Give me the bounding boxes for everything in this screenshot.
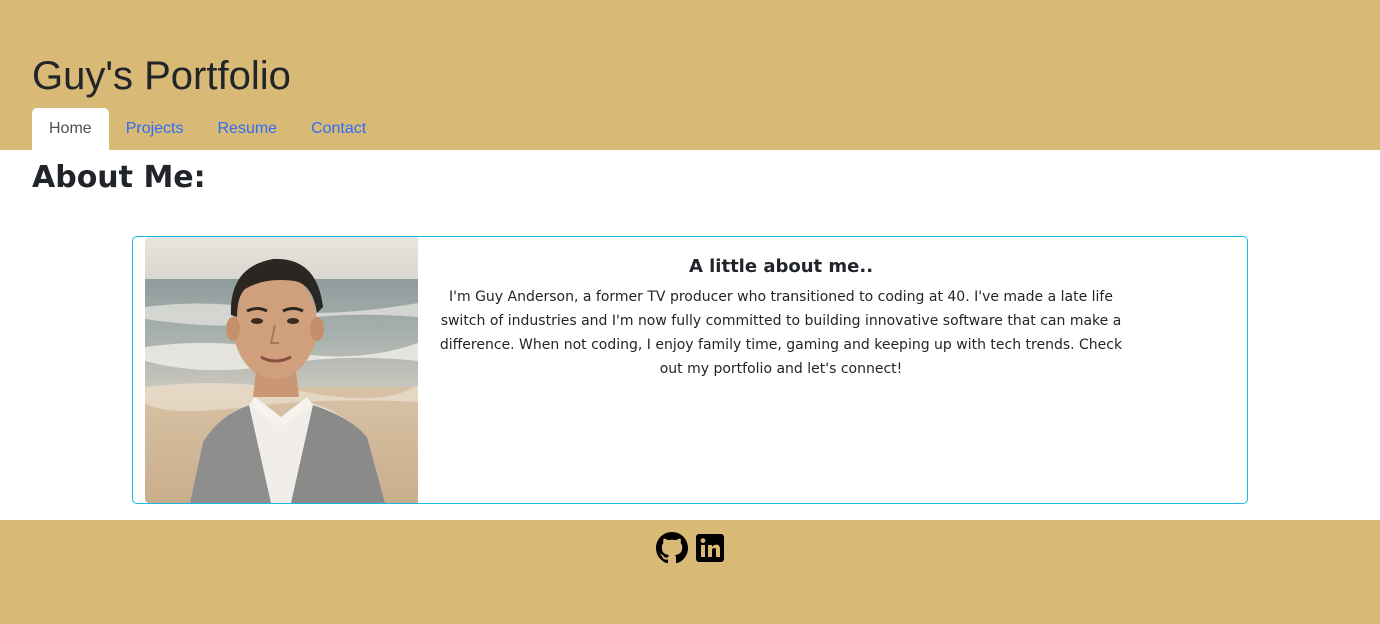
site-title: Guy's Portfolio [32, 54, 291, 98]
social-links [656, 532, 726, 564]
card-text: I'm Guy Anderson, a former TV producer w… [439, 289, 1123, 377]
tab-home[interactable]: Home [32, 108, 109, 150]
nav-tabs: Home Projects Resume Contact [32, 108, 383, 150]
card-body: A little about me.. I'm Guy Anderson, a … [433, 255, 1129, 381]
tab-resume[interactable]: Resume [200, 108, 294, 150]
profile-photo [145, 237, 418, 503]
site-header: Guy's Portfolio Home Projects Resume Con… [0, 0, 1380, 150]
site-footer [0, 520, 1380, 624]
tab-contact[interactable]: Contact [294, 108, 383, 150]
card-title: A little about me.. [688, 256, 874, 277]
about-heading: About Me: [32, 160, 206, 195]
github-icon[interactable] [656, 532, 688, 564]
about-card: A little about me.. I'm Guy Anderson, a … [132, 236, 1248, 504]
linkedin-icon[interactable] [694, 532, 726, 564]
tab-projects[interactable]: Projects [109, 108, 201, 150]
